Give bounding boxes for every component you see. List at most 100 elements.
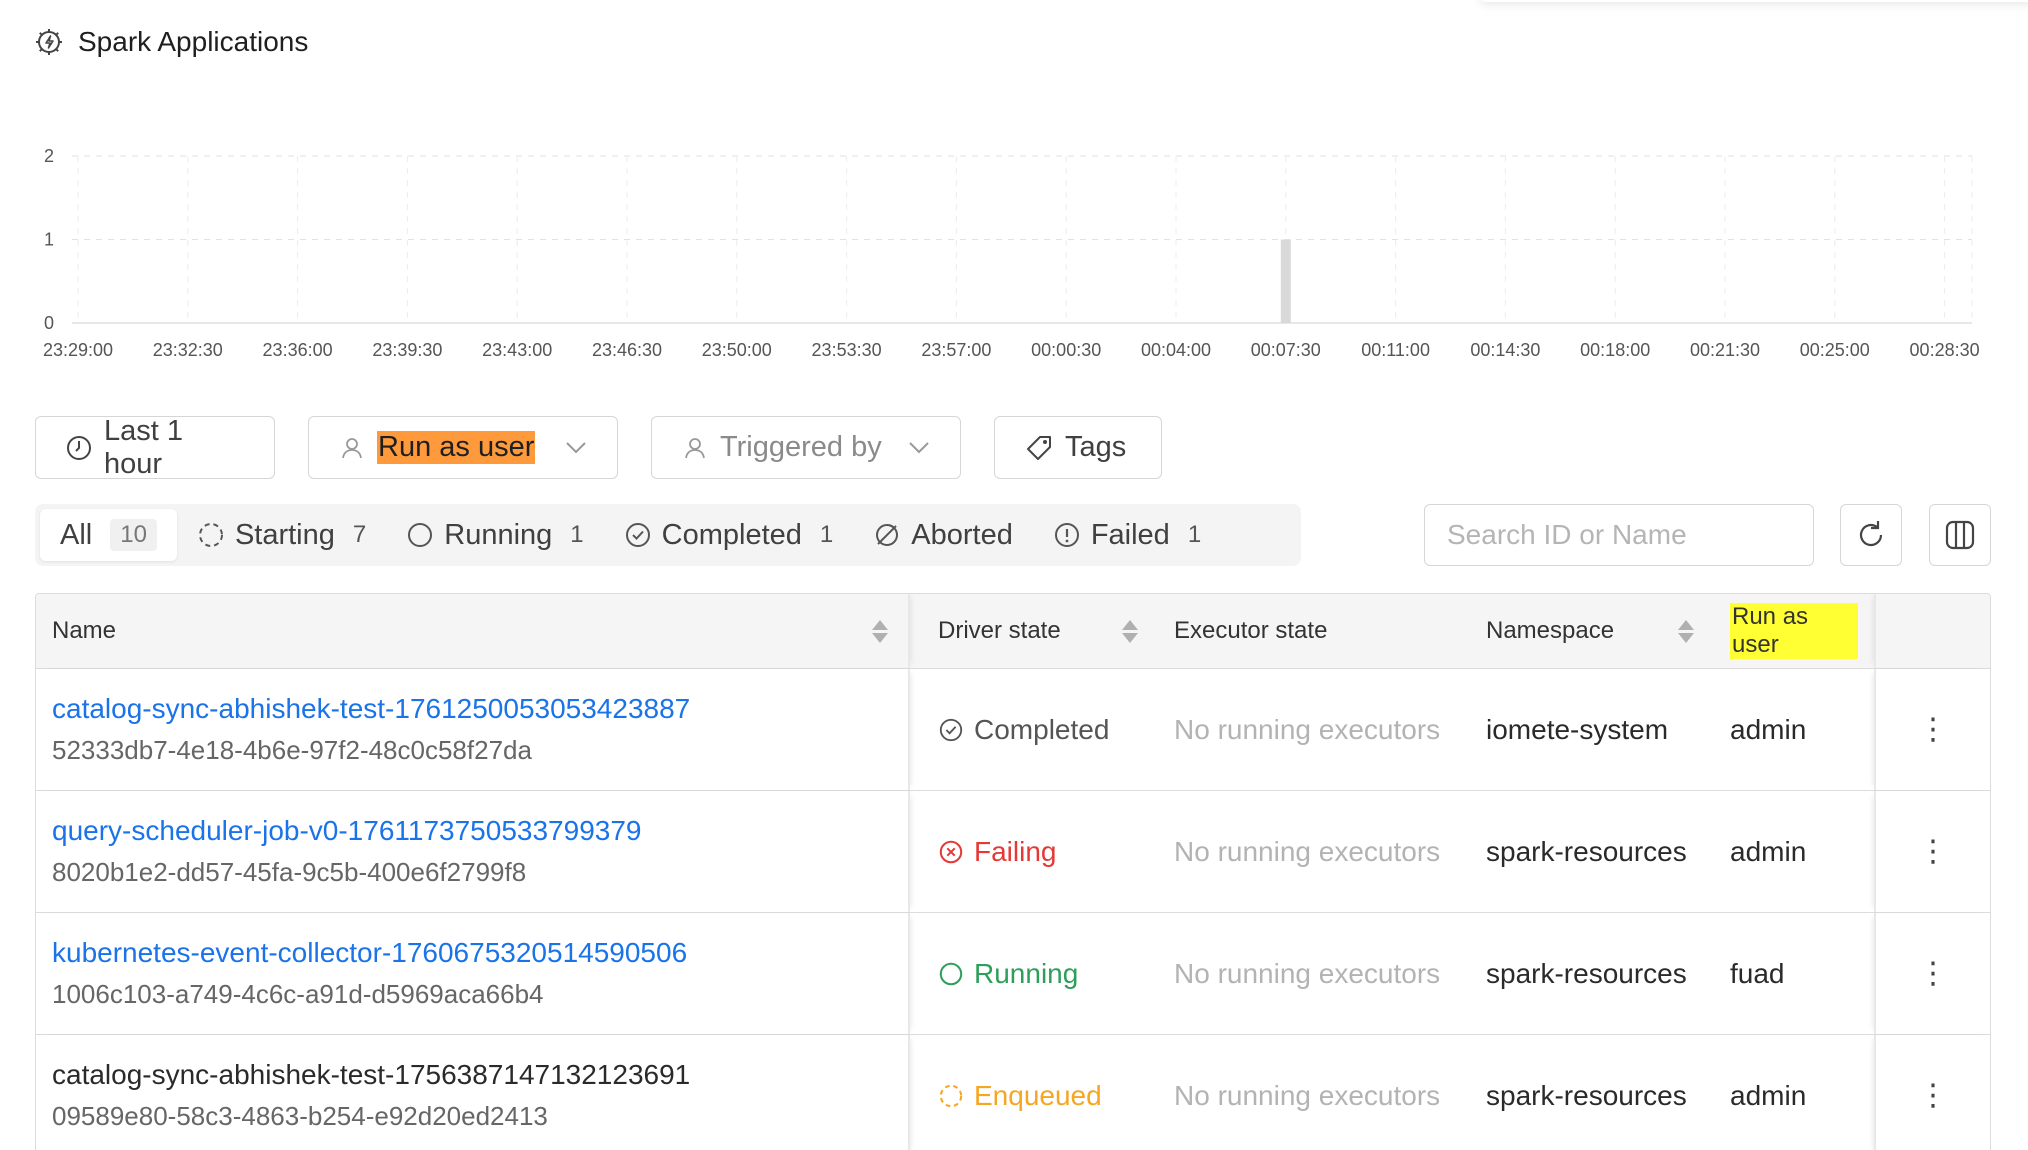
tab-count: 1 [819,521,834,548]
enqueued-icon [939,1084,963,1107]
more-vertical-icon[interactable]: ⋮ [1918,714,1948,745]
x-tick-label: 23:50:00 [702,340,772,360]
y-tick-label: 2 [44,146,54,166]
executor-state-cell: No running executors [1174,1079,1441,1111]
running-icon [939,962,963,985]
starting-icon [198,523,223,547]
row-actions: ⋮ [1874,791,1990,912]
driver-state-label: Completed [974,713,1110,745]
name-cell: catalog-sync-abhishek-test-1756387147132… [36,1035,910,1150]
app-name-link[interactable]: catalog-sync-abhishek-test-1761250053053… [52,693,690,725]
user-cell: admin [1730,1079,1807,1111]
x-tick-label: 00:21:30 [1690,340,1760,360]
tab-label: Aborted [911,518,1013,551]
driver-state-label: Failing [974,835,1057,867]
triggered-by-label: Triggered by [720,431,882,463]
tags-button[interactable]: Tags [994,416,1162,479]
tab-all[interactable]: All 10 [40,509,177,561]
app-name-link[interactable]: query-scheduler-job-v0-17611737505337993… [52,815,641,847]
refresh-button[interactable] [1840,504,1902,566]
triggered-by-dropdown[interactable]: Triggered by [651,416,961,479]
tab-running[interactable]: Running 1 [386,509,603,561]
col-name-label: Name [52,617,117,644]
tab-aborted[interactable]: Aborted [853,509,1033,561]
tab-label: Running [444,518,553,551]
sort-icon[interactable] [1122,619,1138,643]
search-input[interactable]: Search ID or Name [1424,504,1814,566]
x-tick-label: 00:28:30 [1910,340,1980,360]
x-tick-label: 00:14:30 [1470,340,1540,360]
more-vertical-icon[interactable]: ⋮ [1918,1080,1948,1111]
x-tick-label: 23:46:30 [592,340,662,360]
more-vertical-icon[interactable]: ⋮ [1918,836,1948,867]
clock-icon [67,435,91,460]
table-row[interactable]: kubernetes-event-collector-1760675320514… [36,913,1990,1035]
col-run-as-user: Run as user [1714,594,1874,668]
tab-label: Starting [234,518,335,551]
running-icon [408,523,433,547]
driver-state-cell: Failing [910,791,1158,912]
row-actions: ⋮ [1874,669,1990,790]
columns-button[interactable] [1929,504,1991,566]
driver-state-label: Running [974,957,1079,989]
x-tick-label: 00:25:00 [1800,340,1870,360]
sort-icon[interactable] [1678,619,1694,643]
executor-state-cell: No running executors [1174,713,1441,745]
tab-count: 7 [352,521,367,548]
x-circle-icon [939,840,963,863]
check-circle-icon [939,718,963,741]
x-tick-label: 23:39:30 [372,340,442,360]
x-tick-label: 23:53:30 [812,340,882,360]
tab-count: 1 [570,521,584,548]
name-cell: query-scheduler-job-v0-17611737505337993… [36,791,910,912]
app-id: 1006c103-a749-4c6c-a91d-d5969aca66b4 [52,979,544,1009]
tab-completed[interactable]: Completed 1 [604,509,854,561]
x-tick-label: 00:04:00 [1141,340,1211,360]
columns-icon [1945,520,1975,550]
app-name: catalog-sync-abhishek-test-1756387147132… [52,1059,691,1090]
user-cell: fuad [1730,957,1785,989]
chevron-down-icon [566,441,586,453]
table-row[interactable]: query-scheduler-job-v0-17611737505337993… [36,791,1990,913]
tab-label: All [60,518,93,551]
refresh-icon [1859,521,1883,547]
time-range-label: Last 1 hour [104,414,183,480]
user-icon [685,437,705,458]
row-actions: ⋮ [1874,1035,1990,1150]
namespace-cell: spark-resources [1486,1079,1687,1111]
popover-shadow [1480,0,2028,2]
col-namespace[interactable]: Namespace [1470,594,1714,668]
tab-count: 10 [110,519,157,551]
run-as-user-label: Run as user [377,431,536,464]
app-id: 09589e80-58c3-4863-b254-e92d20ed2413 [52,1101,548,1131]
namespace-cell: spark-resources [1486,957,1687,989]
run-as-user-dropdown[interactable]: Run as user [308,416,618,479]
row-actions: ⋮ [1874,913,1990,1034]
table-row[interactable]: catalog-sync-abhishek-test-1761250053053… [36,669,1990,791]
table-row[interactable]: catalog-sync-abhishek-test-1756387147132… [36,1035,1990,1150]
x-tick-label: 23:43:00 [482,340,552,360]
tab-starting[interactable]: Starting 7 [177,509,386,561]
x-tick-label: 00:11:00 [1361,340,1430,360]
driver-state-label: Enqueued [974,1079,1102,1111]
tab-label: Failed [1090,518,1170,551]
tag-icon [1027,435,1051,460]
spark-chip-icon [36,29,62,55]
status-tabs: All 10 Starting 7 Running 1 Completed 1 … [35,504,1301,566]
sort-icon[interactable] [872,619,888,643]
col-executor-label: Executor state [1174,617,1328,644]
executor-state-cell: No running executors [1174,835,1441,867]
col-name[interactable]: Name [36,594,910,668]
col-driver-state[interactable]: Driver state [910,594,1158,668]
namespace-cell: spark-resources [1486,835,1687,867]
more-vertical-icon[interactable]: ⋮ [1918,958,1948,989]
col-namespace-label: Namespace [1486,617,1615,644]
name-cell: kubernetes-event-collector-1760675320514… [36,913,910,1034]
tab-failed[interactable]: Failed 1 [1033,509,1221,561]
time-range-button[interactable]: Last 1 hour [35,414,275,480]
table-header: Name Driver state Executor state Namespa… [36,594,1990,669]
applications-chart: 0 1 2 23:29:00 23:32:30 23:36:00 23:39:30 23:43… [0,120,2028,370]
app-name-link[interactable]: kubernetes-event-collector-1760675320514… [52,937,687,969]
chart-bar[interactable] [1280,239,1291,324]
x-tick-label: 23:36:00 [263,340,333,360]
